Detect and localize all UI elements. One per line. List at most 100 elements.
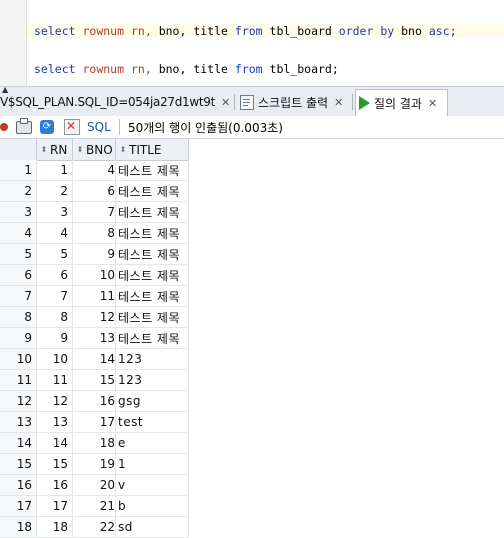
- sort-icon[interactable]: ⬍: [119, 145, 127, 154]
- cell-rn[interactable]: 18: [37, 517, 73, 537]
- table-row[interactable]: 2 2 6 테스트 제목: [0, 181, 189, 202]
- code-line-2[interactable]: select rownum rn, bno, title from tbl_bo…: [34, 62, 339, 76]
- cell-bno[interactable]: 6: [73, 181, 116, 201]
- cell-rn[interactable]: 4: [37, 223, 73, 243]
- cell-bno[interactable]: 4: [73, 160, 116, 180]
- cell-rn[interactable]: 5: [37, 244, 73, 264]
- cell-rn[interactable]: 14: [37, 433, 73, 453]
- cell-rn[interactable]: 2: [37, 181, 73, 201]
- cell-title[interactable]: 테스트 제목: [116, 202, 189, 222]
- cell-title[interactable]: 테스트 제목: [116, 181, 189, 201]
- tab-script-output[interactable]: 스크립트 출력 ✕: [240, 89, 343, 115]
- cell-rn[interactable]: 12: [37, 391, 73, 411]
- cell-rn[interactable]: 6: [37, 265, 73, 285]
- close-icon[interactable]: ✕: [334, 96, 343, 109]
- sort-icon[interactable]: ⬍: [76, 145, 84, 154]
- table-row[interactable]: 15 15 19 1: [0, 454, 189, 475]
- cell-rn[interactable]: 16: [37, 475, 73, 495]
- print-icon[interactable]: [16, 117, 32, 135]
- cell-title[interactable]: gsg: [116, 391, 189, 411]
- cell-rn[interactable]: 13: [37, 412, 73, 432]
- cell-bno[interactable]: 10: [73, 265, 116, 285]
- cell-title[interactable]: 테스트 제목: [116, 328, 189, 348]
- cell-bno[interactable]: 8: [73, 223, 116, 243]
- cell-title[interactable]: v: [116, 475, 189, 495]
- cell-rn[interactable]: 9: [37, 328, 73, 348]
- cell-bno[interactable]: 21: [73, 496, 116, 516]
- table-row[interactable]: 9 9 13 테스트 제목: [0, 328, 189, 349]
- cell-title[interactable]: 테스트 제목: [116, 244, 189, 264]
- column-header-label: RN: [50, 142, 68, 157]
- cell-bno[interactable]: 18: [73, 433, 116, 453]
- table-row[interactable]: 11 11 15 123: [0, 370, 189, 391]
- code-line-1[interactable]: select rownum rn, bno, title from tbl_bo…: [28, 24, 504, 38]
- close-icon[interactable]: ✕: [428, 97, 437, 110]
- cell-bno[interactable]: 14: [73, 349, 116, 369]
- cell-bno[interactable]: 16: [73, 391, 116, 411]
- tab-sql-plan[interactable]: V$SQL_PLAN.SQL_ID=054ja27d1wt9t ✕: [0, 89, 230, 115]
- alias: rn,: [130, 24, 152, 38]
- tab-label: 스크립트 출력: [258, 95, 329, 110]
- cell-bno[interactable]: 9: [73, 244, 116, 264]
- cell-bno[interactable]: 11: [73, 286, 116, 306]
- sql-editor[interactable]: select rownum rn, bno, title from tbl_bo…: [0, 0, 504, 86]
- table-row[interactable]: 18 18 22 sd: [0, 517, 189, 538]
- refresh-icon[interactable]: ⟳: [40, 119, 54, 135]
- cell-bno[interactable]: 13: [73, 328, 116, 348]
- cell-title[interactable]: 테스트 제목: [116, 160, 189, 180]
- cell-bno[interactable]: 22: [73, 517, 116, 537]
- sql-button[interactable]: SQL: [87, 119, 111, 135]
- pin-icon[interactable]: [0, 119, 8, 135]
- close-icon[interactable]: ✕: [221, 96, 230, 109]
- cell-rn[interactable]: 8: [37, 307, 73, 327]
- cell-title[interactable]: e: [116, 433, 189, 453]
- table-row[interactable]: 17 17 21 b: [0, 496, 189, 517]
- delete-icon[interactable]: ✕: [64, 119, 80, 135]
- cell-title[interactable]: 1: [116, 454, 189, 474]
- table-row[interactable]: 12 12 16 gsg: [0, 391, 189, 412]
- table-row[interactable]: 3 3 7 테스트 제목: [0, 202, 189, 223]
- cell-title[interactable]: 테스트 제목: [116, 307, 189, 327]
- cell-title[interactable]: 테스트 제목: [116, 286, 189, 306]
- cell-bno[interactable]: 17: [73, 412, 116, 432]
- cell-rn[interactable]: 10: [37, 349, 73, 369]
- table-row[interactable]: 6 6 10 테스트 제목: [0, 265, 189, 286]
- table-row[interactable]: 14 14 18 e: [0, 433, 189, 454]
- table-row[interactable]: 16 16 20 v: [0, 475, 189, 496]
- cell-title[interactable]: 123: [116, 370, 189, 390]
- tab-query-result[interactable]: 질의 결과 ✕: [355, 89, 448, 116]
- results-toolbar: ⟳ ✕ SQL 50개의 행이 인출됨(0.003초): [0, 116, 504, 139]
- cell-bno[interactable]: 20: [73, 475, 116, 495]
- table-row[interactable]: 8 8 12 테스트 제목: [0, 307, 189, 328]
- table-row[interactable]: 4 4 8 테스트 제목: [0, 223, 189, 244]
- cell-rn[interactable]: 15: [37, 454, 73, 474]
- cell-bno[interactable]: 19: [73, 454, 116, 474]
- cell-title[interactable]: 테스트 제목: [116, 223, 189, 243]
- table-row[interactable]: 1 1 4 테스트 제목: [0, 160, 189, 181]
- row-number-cell: 3: [0, 202, 37, 222]
- cell-title[interactable]: b: [116, 496, 189, 516]
- cell-bno[interactable]: 7: [73, 202, 116, 222]
- column-name: bno,: [158, 62, 187, 76]
- sort-icon[interactable]: ⬍: [40, 145, 48, 154]
- table-row[interactable]: 10 10 14 123: [0, 349, 189, 370]
- cell-rn[interactable]: 7: [37, 286, 73, 306]
- row-number-cell: 1: [0, 160, 37, 180]
- cell-rn[interactable]: 11: [37, 370, 73, 390]
- cell-title[interactable]: sd: [116, 517, 189, 537]
- table-row[interactable]: 7 7 11 테스트 제목: [0, 286, 189, 307]
- table-row[interactable]: 13 13 17 test: [0, 412, 189, 433]
- column-header-title[interactable]: ⬍ TITLE: [116, 139, 189, 160]
- cell-rn[interactable]: 3: [37, 202, 73, 222]
- column-header-bno[interactable]: ⬍ BNO: [73, 139, 116, 160]
- cell-title[interactable]: 테스트 제목: [116, 265, 189, 285]
- cell-bno[interactable]: 12: [73, 307, 116, 327]
- cell-title[interactable]: test: [116, 412, 189, 432]
- cell-rn[interactable]: 17: [37, 496, 73, 516]
- column-header-rn[interactable]: ⬍ RN: [37, 139, 73, 160]
- table-row[interactable]: 5 5 9 테스트 제목: [0, 244, 189, 265]
- result-grid[interactable]: ⬍ RN ⬍ BNO ⬍ TITLE 1 1 4 테스트 제목 2 2 6 테스트 제목 3 3 7…: [0, 139, 504, 538]
- cell-bno[interactable]: 15: [73, 370, 116, 390]
- cell-title[interactable]: 123: [116, 349, 189, 369]
- cell-rn[interactable]: 1: [37, 160, 73, 180]
